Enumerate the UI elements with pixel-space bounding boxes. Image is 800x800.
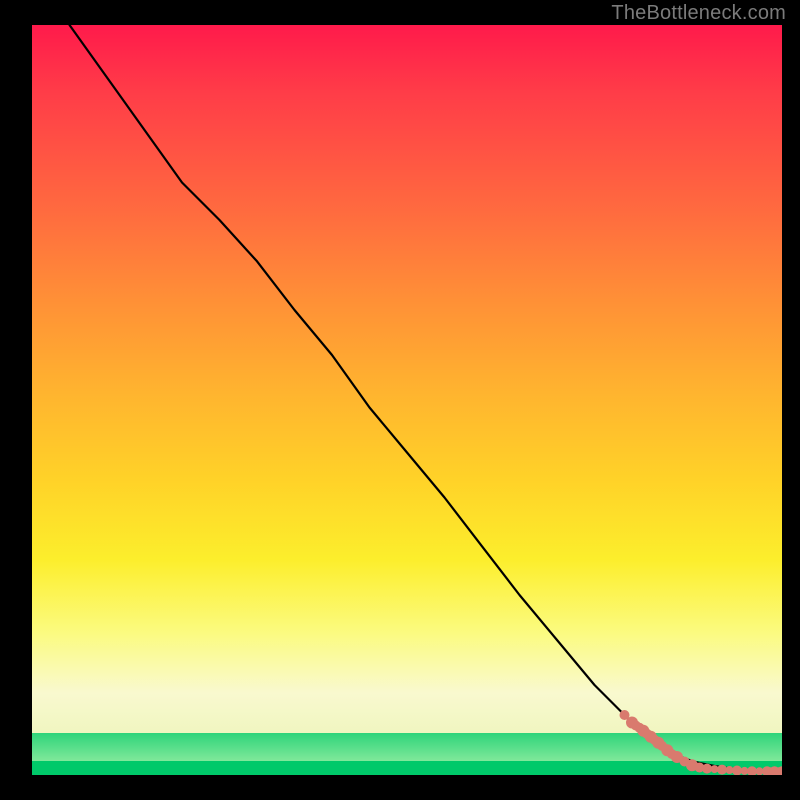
- chart-frame: TheBottleneck.com: [0, 0, 800, 800]
- watermark-text: TheBottleneck.com: [611, 2, 786, 25]
- bottleneck-curve: [70, 25, 783, 771]
- data-point: [732, 766, 742, 776]
- data-points-group: [620, 710, 783, 775]
- data-point: [747, 766, 757, 775]
- data-point: [717, 765, 727, 775]
- data-point: [702, 764, 712, 774]
- chart-overlay: [32, 25, 782, 775]
- plot-area: [32, 25, 782, 775]
